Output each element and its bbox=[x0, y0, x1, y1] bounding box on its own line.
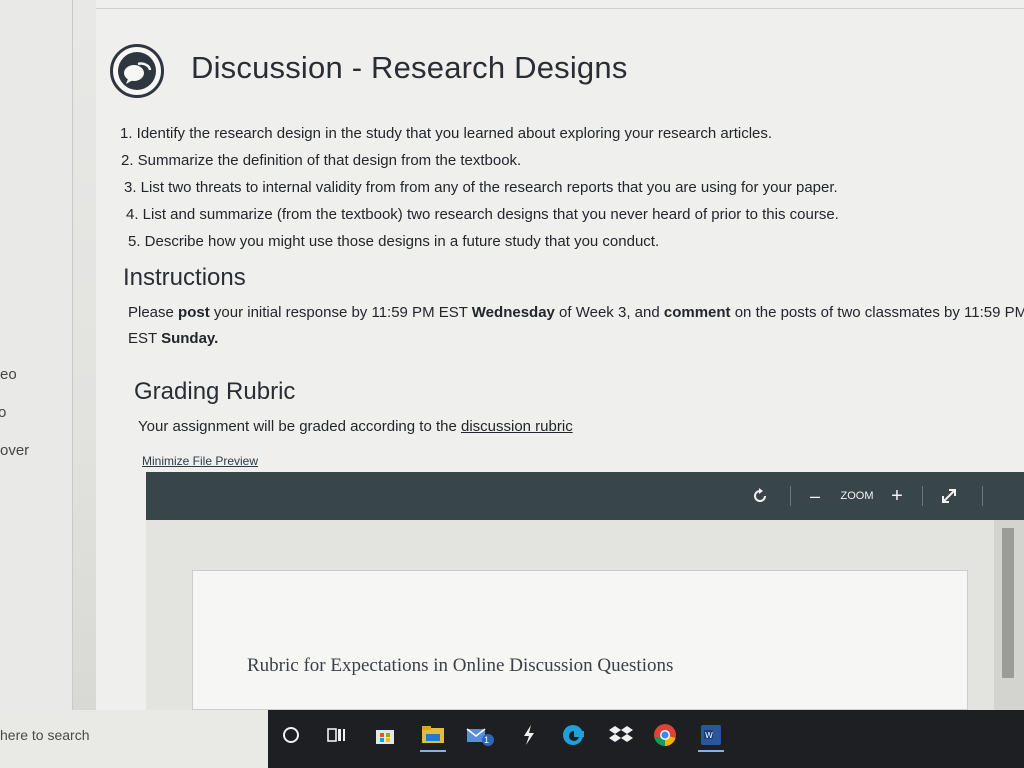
chrome-icon bbox=[654, 724, 676, 746]
discussion-rubric-link[interactable]: discussion rubric bbox=[461, 418, 573, 435]
task-view-icon bbox=[327, 728, 345, 742]
list-item: 2. Summarize the definition of that desi… bbox=[121, 152, 522, 169]
screen: eo o over Discussion - Research Designs … bbox=[0, 0, 1024, 768]
divider bbox=[96, 8, 1024, 9]
instructions-text: Please post your initial response by 11:… bbox=[128, 304, 1024, 347]
expand-icon bbox=[942, 489, 956, 503]
minimize-file-preview-link[interactable]: Minimize File Preview bbox=[142, 454, 258, 468]
word-icon: W bbox=[701, 725, 721, 745]
page-title: Discussion - Research Designs bbox=[191, 50, 628, 85]
dropbox-button[interactable] bbox=[604, 718, 638, 752]
file-preview-toolbar: – ZOOM + bbox=[146, 472, 1024, 520]
zoom-out-button[interactable]: – bbox=[802, 472, 828, 520]
discussion-page: Discussion - Research Designs 1. Identif… bbox=[96, 0, 1024, 710]
dropbox-icon bbox=[609, 726, 633, 742]
mail-button[interactable]: 1 bbox=[464, 718, 498, 752]
discussion-icon bbox=[110, 44, 164, 98]
media-button[interactable] bbox=[512, 718, 546, 752]
question-list: 1. Identify the research design in the s… bbox=[120, 120, 839, 255]
list-item: 4. List and summarize (from the textbook… bbox=[126, 206, 839, 223]
search-placeholder: here to search bbox=[0, 727, 90, 743]
chrome-button[interactable] bbox=[648, 718, 682, 752]
edge-button[interactable] bbox=[556, 718, 590, 752]
mail-icon bbox=[466, 728, 494, 746]
folder-icon bbox=[422, 726, 444, 743]
document-title: Rubric for Expectations in Online Discus… bbox=[247, 655, 674, 676]
sidebar-fragment[interactable]: eo bbox=[0, 366, 17, 383]
sidebar-fragment[interactable]: over bbox=[0, 442, 29, 459]
list-item: 1. Identify the research design in the s… bbox=[120, 125, 773, 142]
instructions-heading: Instructions bbox=[123, 264, 246, 291]
zoom-label: ZOOM bbox=[840, 490, 874, 502]
rotate-icon bbox=[754, 488, 766, 502]
edge-browser-icon bbox=[563, 725, 584, 745]
svg-text:W: W bbox=[705, 731, 713, 740]
scrollbar-thumb[interactable] bbox=[1002, 528, 1014, 678]
taskbar: here to search 1 W bbox=[0, 710, 1024, 768]
task-view-button[interactable] bbox=[320, 718, 354, 752]
grading-rubric-heading: Grading Rubric bbox=[134, 378, 296, 405]
list-item: 3. List two threats to internal validity… bbox=[124, 179, 838, 196]
mail-badge-count: 1 bbox=[484, 735, 490, 745]
cortana-button[interactable] bbox=[274, 718, 308, 752]
preview-scrollbar[interactable] bbox=[994, 520, 1024, 710]
cortana-circle-icon bbox=[283, 727, 299, 743]
store-button[interactable] bbox=[368, 718, 402, 752]
rotate-button[interactable] bbox=[740, 472, 780, 520]
lightning-icon bbox=[524, 725, 534, 745]
list-item: 5. Describe how you might use those desi… bbox=[128, 233, 660, 250]
taskbar-search[interactable]: here to search bbox=[0, 710, 268, 768]
sidebar-fragment[interactable]: o bbox=[0, 404, 6, 421]
left-navigation: eo o over bbox=[0, 0, 73, 710]
speech-bubbles-icon bbox=[124, 62, 152, 84]
expand-button[interactable] bbox=[932, 472, 966, 520]
store-bag-icon bbox=[376, 730, 394, 744]
rubric-text: Your assignment will be graded according… bbox=[138, 418, 573, 435]
zoom-in-button[interactable]: + bbox=[884, 472, 910, 520]
document-page: Rubric for Expectations in Online Discus… bbox=[192, 570, 968, 710]
file-explorer-button[interactable] bbox=[416, 718, 450, 752]
word-button[interactable]: W bbox=[694, 718, 728, 752]
